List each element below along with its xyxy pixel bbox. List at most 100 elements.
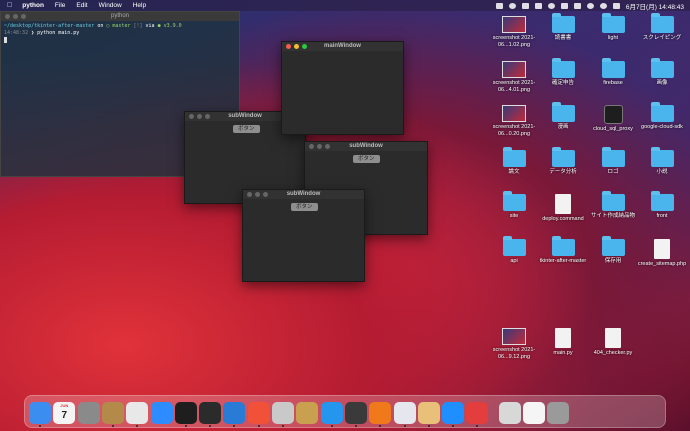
desktop-icon[interactable]: screenshot 2021-06...4.01.png bbox=[489, 60, 539, 94]
dock-terminal-2-icon[interactable] bbox=[199, 402, 222, 424]
dock-terminal-icon[interactable] bbox=[174, 402, 197, 424]
dock-system-preferences-icon[interactable] bbox=[77, 402, 100, 424]
desktop-icon[interactable]: site bbox=[489, 191, 539, 220]
desktop-icon-label: light bbox=[607, 35, 619, 41]
sub-window-2-button[interactable]: ボタン bbox=[353, 155, 380, 163]
zoom-button[interactable] bbox=[325, 144, 330, 149]
sub-window-3-button[interactable]: ボタン bbox=[291, 203, 318, 211]
minimize-button[interactable] bbox=[294, 44, 299, 49]
main-window-titlebar[interactable]: mainWindow bbox=[282, 42, 403, 51]
dock-docker-icon[interactable] bbox=[320, 402, 343, 424]
dock-chrome-icon[interactable] bbox=[126, 402, 149, 424]
dock-vs-code-icon[interactable] bbox=[223, 402, 246, 424]
desktop-icon[interactable]: 漫画 bbox=[538, 102, 588, 131]
close-button[interactable] bbox=[309, 144, 314, 149]
desktop-icon[interactable]: create_sitemap.php bbox=[637, 238, 687, 268]
dock-swift-playgrounds-icon[interactable] bbox=[247, 402, 270, 424]
desktop-icon[interactable]: データ分析 bbox=[538, 146, 588, 176]
dock-clock-icon[interactable] bbox=[466, 402, 489, 424]
menu-edit[interactable]: Edit bbox=[76, 2, 87, 9]
dock-downloads-icon[interactable] bbox=[498, 402, 521, 424]
desktop-icon[interactable]: 小説 bbox=[637, 146, 687, 176]
dock-proxyman-icon[interactable] bbox=[344, 402, 367, 424]
minimize-button[interactable] bbox=[255, 192, 260, 197]
zoom-button[interactable] bbox=[21, 14, 26, 19]
desktop-icon[interactable]: deploy.command bbox=[538, 194, 588, 223]
desktop-icon[interactable]: screenshot 2021-06...0.20.png bbox=[489, 105, 539, 138]
minimize-button[interactable] bbox=[197, 114, 202, 119]
menu-help[interactable]: Help bbox=[133, 2, 146, 9]
desktop-icon[interactable]: 保存用 bbox=[588, 235, 638, 265]
tray-icon[interactable] bbox=[508, 2, 516, 9]
sub-window-3-titlebar[interactable]: subWindow bbox=[243, 190, 364, 199]
dock-sourcetree-icon[interactable] bbox=[369, 402, 392, 424]
tray-icon[interactable] bbox=[521, 2, 529, 9]
desktop-icon[interactable]: サイト作成納品物 bbox=[588, 191, 638, 220]
desktop-icon[interactable]: api bbox=[489, 235, 539, 265]
dock-document-icon[interactable] bbox=[523, 402, 545, 424]
desktop-icon[interactable]: google-cloud-sdk bbox=[637, 102, 687, 131]
close-button[interactable] bbox=[189, 114, 194, 119]
search-icon[interactable] bbox=[599, 2, 607, 9]
sub-window-2-title: subWindow bbox=[349, 143, 383, 149]
tray-icon[interactable] bbox=[495, 2, 503, 9]
menu-file[interactable]: File bbox=[55, 2, 65, 9]
terminal-output[interactable]: ~/desktop/tkinter-after-master on ○ mast… bbox=[1, 21, 239, 47]
desktop-icon[interactable]: 画像 bbox=[637, 57, 687, 87]
desktop-icon[interactable]: screenshot 2021-06...1.02.png bbox=[489, 16, 539, 49]
dock-zoom-icon[interactable] bbox=[150, 402, 173, 424]
desktop-icon[interactable]: 読書書 bbox=[538, 13, 588, 42]
close-button[interactable] bbox=[5, 14, 10, 19]
dock-archive-utility-icon[interactable] bbox=[296, 402, 319, 424]
dock-notes-app-icon[interactable] bbox=[101, 402, 124, 424]
dock-running-indicator bbox=[282, 425, 284, 427]
desktop-icon[interactable]: tkinter-after-master bbox=[538, 235, 588, 265]
apple-icon[interactable]:  bbox=[7, 2, 12, 9]
tray-icon[interactable] bbox=[560, 2, 568, 9]
desktop-icon[interactable]: 論文 bbox=[489, 146, 539, 176]
tray-icon[interactable] bbox=[547, 2, 555, 9]
sub-window-2-titlebar[interactable]: subWindow bbox=[305, 142, 427, 151]
desktop-icon-label: site bbox=[509, 213, 519, 219]
tray-icon[interactable] bbox=[534, 2, 542, 9]
battery-icon[interactable] bbox=[573, 2, 581, 9]
dock-preview-icon[interactable] bbox=[417, 402, 440, 424]
zoom-button[interactable] bbox=[302, 44, 307, 49]
zoom-button[interactable] bbox=[263, 192, 268, 197]
menu-window[interactable]: Window bbox=[99, 2, 122, 9]
close-button[interactable] bbox=[247, 192, 252, 197]
desktop-icon[interactable]: main.py bbox=[538, 327, 588, 357]
wifi-icon[interactable] bbox=[586, 2, 594, 9]
zoom-button[interactable] bbox=[205, 114, 210, 119]
sub-window-3[interactable]: subWindow ボタン bbox=[242, 189, 365, 282]
terminal-titlebar[interactable]: python bbox=[1, 12, 239, 21]
desktop-icon[interactable]: スクレイピング bbox=[637, 13, 687, 42]
desktop-icon[interactable]: firebase bbox=[588, 57, 638, 87]
sub-window-1-button[interactable]: ボタン bbox=[233, 125, 260, 133]
terminal-command: python main.py bbox=[37, 30, 80, 36]
desktop-icon[interactable]: ロゴ bbox=[588, 146, 638, 176]
desktop-icon[interactable]: front bbox=[637, 191, 687, 220]
desktop-icon[interactable]: cloud_sql_proxy bbox=[588, 105, 638, 133]
dock-loop-icon[interactable] bbox=[442, 402, 465, 424]
document-icon bbox=[654, 238, 670, 259]
minimize-button[interactable] bbox=[13, 14, 18, 19]
control-center-icon[interactable] bbox=[612, 2, 620, 9]
desktop-icon[interactable]: screenshot 2021-06...9.12.png bbox=[489, 327, 539, 361]
dock-finder-icon[interactable] bbox=[29, 402, 51, 424]
dock-vivaldi-icon[interactable] bbox=[393, 402, 416, 424]
terminal-cursor bbox=[4, 37, 7, 43]
desktop-icon[interactable]: 404_checker.py bbox=[588, 327, 638, 357]
git-branch-icon: ○ bbox=[106, 23, 110, 29]
dock-sequel-pro-icon[interactable] bbox=[272, 402, 294, 424]
dock-calendar-icon[interactable]: JUN 7 bbox=[53, 402, 76, 424]
desktop-icon[interactable]: 確定申告 bbox=[538, 57, 588, 87]
minimize-button[interactable] bbox=[317, 144, 322, 149]
desktop-icon[interactable]: light bbox=[588, 13, 638, 42]
close-button[interactable] bbox=[286, 44, 291, 49]
menu-clock[interactable]: 6月7日(月) 14:48:43 bbox=[626, 1, 684, 11]
menu-bar:  python File Edit Window Help 6月7日(月) 1… bbox=[0, 0, 690, 11]
main-window[interactable]: mainWindow bbox=[281, 41, 404, 135]
dock-trash-icon[interactable] bbox=[547, 402, 570, 424]
menu-app-name[interactable]: python bbox=[22, 2, 44, 9]
